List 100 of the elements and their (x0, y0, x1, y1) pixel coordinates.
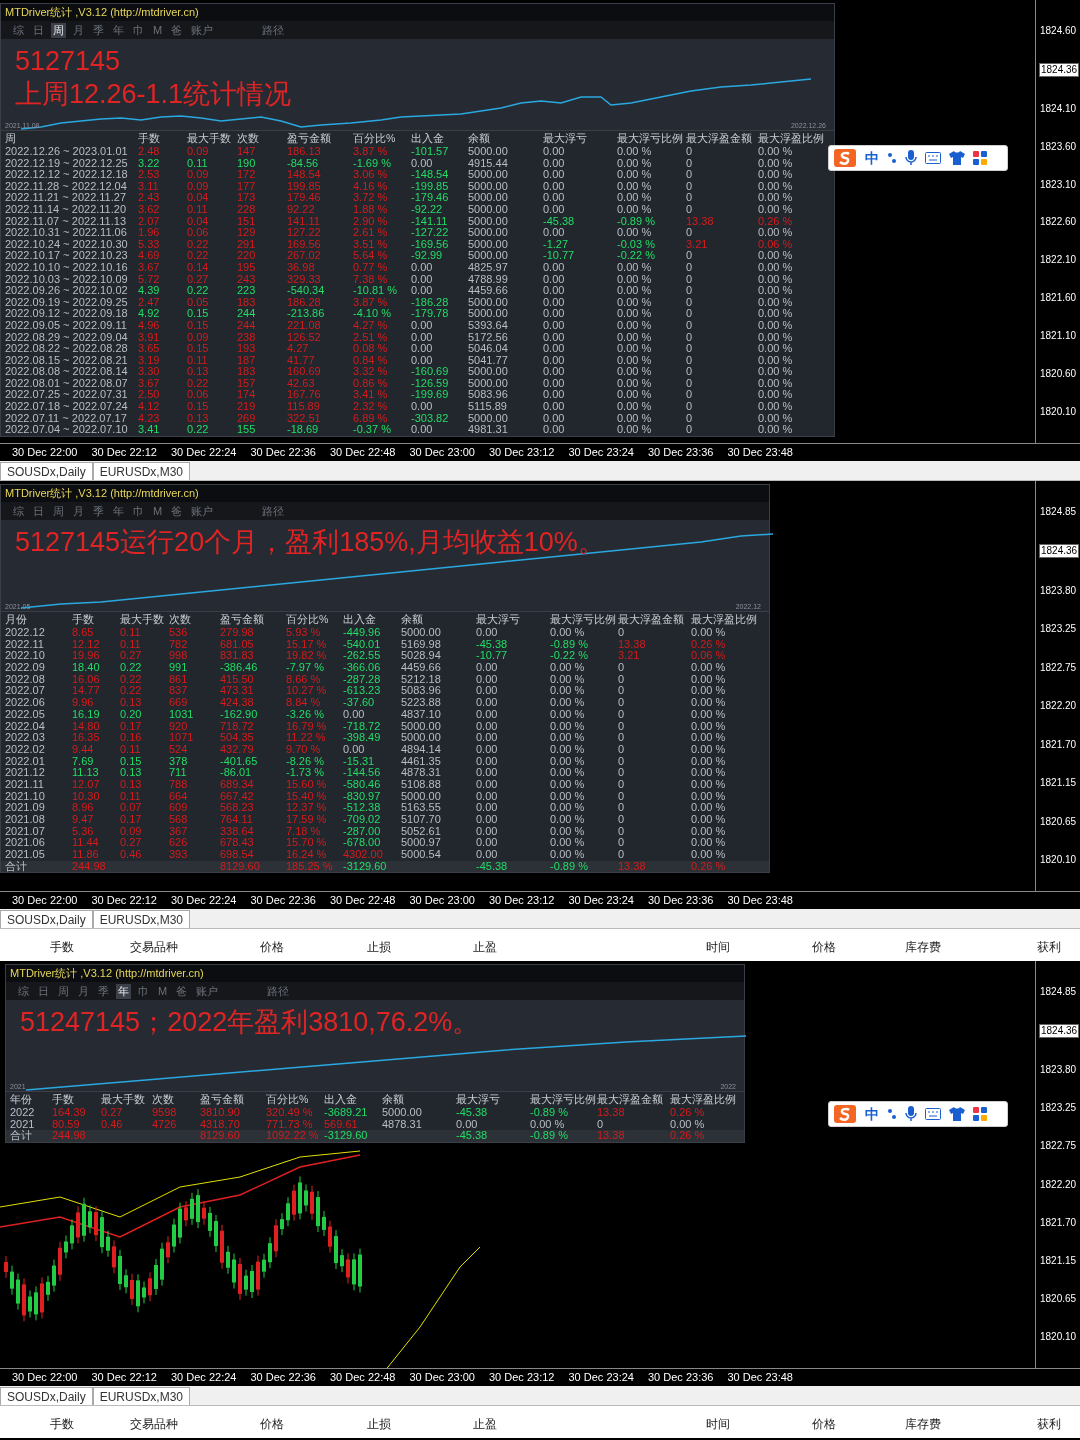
column-header[interactable]: 时间 (706, 938, 812, 956)
column-header[interactable]: 止盈 (473, 938, 706, 956)
panel-tab[interactable]: 月 (71, 503, 86, 519)
panel-tab[interactable]: 巾 (136, 983, 151, 999)
panel-tab[interactable]: 日 (31, 503, 46, 519)
table-cell-text: 2022.03 (5, 732, 46, 744)
symbol-tab[interactable]: EURUSDx,M30 (92, 462, 191, 480)
table-cell-text: 0.00 % (550, 708, 586, 721)
shirt-icon[interactable] (949, 1107, 965, 1121)
column-header[interactable]: 交易品种 (130, 938, 260, 956)
punctuation-icon[interactable] (887, 152, 897, 164)
panel-tab[interactable]: 路径 (265, 983, 292, 999)
ime-mode-label[interactable]: 中 (865, 1103, 879, 1125)
column-header[interactable]: 时间 (706, 1415, 812, 1433)
table-cell-text: 2022.08.15 ~ 2022.08.21 (5, 354, 129, 367)
panel-tab[interactable]: 综 (11, 22, 26, 38)
table-cell-text: 5028.94 (401, 650, 442, 663)
column-header[interactable]: 获利 (1037, 1415, 1080, 1433)
panel-tab[interactable]: 季 (91, 22, 106, 38)
total-cell-text: 244.98 (72, 860, 107, 873)
table-cell-text: 0.00 (476, 778, 499, 791)
panel-tab[interactable]: 路径 (260, 22, 287, 38)
panel-tab[interactable]: M (156, 983, 170, 999)
symbol-tab[interactable]: EURUSDx,M30 (92, 910, 191, 928)
table-cell-text: 186.13 (287, 146, 322, 158)
keyboard-icon[interactable] (925, 152, 941, 164)
table-cell-text: -92.99 (411, 250, 444, 262)
panel-tab[interactable]: 爸 (174, 983, 190, 999)
column-header[interactable]: 库存费 (905, 938, 1037, 956)
symbol-tab[interactable]: SOUSDx,Daily (0, 1387, 93, 1405)
column-header[interactable]: 库存费 (905, 1415, 1037, 1433)
microphone-icon[interactable] (905, 150, 917, 166)
table-cell-text: 0.00 (411, 331, 434, 344)
column-header[interactable]: 价格 (812, 938, 905, 956)
time-label: 30 Dec 23:00 (409, 893, 476, 908)
table-cell-text: 11.86 (72, 849, 100, 861)
table-cell-text: 2022.08.08 ~ 2022.08.14 (5, 366, 129, 378)
table-cell-text: 3.72 % (353, 192, 389, 204)
microphone-icon[interactable] (905, 1106, 917, 1122)
table-cell-text: 0.00 (543, 308, 566, 320)
panel-tab[interactable]: 周 (51, 22, 66, 38)
panel-tab[interactable]: 季 (96, 983, 111, 999)
table-cell-text: 3.21 (618, 650, 641, 663)
table-cell-text: 0 (618, 825, 626, 838)
table-cell-text: 0.00 (543, 377, 566, 390)
table-cell-text: -7.97 % (286, 662, 325, 674)
shirt-icon[interactable] (949, 151, 965, 165)
grid-icon[interactable] (973, 1107, 987, 1121)
keyboard-icon[interactable] (925, 1108, 941, 1120)
column-header[interactable]: 价格 (260, 938, 367, 956)
column-header: 出入金 (343, 612, 377, 627)
grid-icon[interactable] (973, 151, 987, 165)
panel-tab[interactable]: 季 (91, 503, 106, 519)
symbol-tab[interactable]: EURUSDx,M30 (92, 1387, 191, 1405)
panel-tab[interactable]: 账户 (194, 983, 221, 999)
panel-tab[interactable]: 爸 (169, 503, 185, 519)
column-header[interactable]: 止损 (367, 938, 473, 956)
table-cell-text: 4915.44 (468, 157, 509, 170)
panel-tab[interactable]: 月 (76, 983, 91, 999)
panel-tab[interactable]: 年 (116, 983, 131, 999)
column-header[interactable]: 交易品种 (130, 1415, 260, 1433)
table-cell-text: 157 (237, 377, 257, 390)
panel-tab[interactable]: 巾 (131, 503, 146, 519)
panel-tab[interactable]: 周 (51, 503, 66, 519)
panel-tab[interactable]: 综 (11, 503, 26, 519)
panel-tab[interactable]: 路径 (260, 503, 287, 519)
column-header[interactable]: 获利 (1037, 938, 1080, 956)
panel-tab[interactable]: 周 (56, 983, 71, 999)
price-label: 1820.10 (1039, 853, 1078, 866)
column-header[interactable]: 止盈 (473, 1415, 706, 1433)
column-header[interactable]: 价格 (260, 1415, 367, 1433)
panel-tab[interactable]: 巾 (131, 22, 146, 38)
panel-tab[interactable]: 账户 (189, 22, 216, 38)
table-cell-text: -0.89 % (617, 215, 656, 228)
symbol-tab[interactable]: SOUSDx,Daily (0, 462, 93, 480)
panel-tab[interactable]: M (151, 22, 165, 38)
column-header[interactable]: 价格 (812, 1415, 905, 1433)
table-cell-text: 3.06 % (353, 169, 389, 181)
panel-tab[interactable]: M (151, 503, 165, 519)
table-cell-text: 0.46 (120, 849, 143, 861)
column-header[interactable]: 止损 (367, 1415, 473, 1433)
panel-tab[interactable]: 年 (111, 22, 126, 38)
panel-tab[interactable]: 年 (111, 503, 126, 519)
panel-tab[interactable]: 账户 (189, 503, 216, 519)
table-cell-text: 0.00 (543, 273, 566, 286)
panel-tab[interactable]: 月 (71, 22, 86, 38)
panel-tab[interactable]: 爸 (169, 22, 185, 38)
table-cell-text: 0.00 % (617, 354, 653, 367)
panel-tab[interactable]: 日 (36, 983, 51, 999)
column-header[interactable]: 手数 (50, 1415, 130, 1433)
table-cell-text: 367 (169, 825, 189, 838)
symbol-tab[interactable]: SOUSDx,Daily (0, 910, 93, 928)
table-cell-text: 80.59 (52, 1118, 81, 1130)
column-header[interactable]: 手数 (50, 938, 130, 956)
panel-tab[interactable]: 综 (16, 983, 31, 999)
punctuation-icon[interactable] (887, 1108, 897, 1120)
ime-mode-label[interactable]: 中 (865, 147, 879, 169)
table-cell-text: 169.56 (287, 238, 322, 251)
panel-tab[interactable]: 日 (31, 22, 46, 38)
table-cell-text: -186.28 (411, 296, 450, 309)
